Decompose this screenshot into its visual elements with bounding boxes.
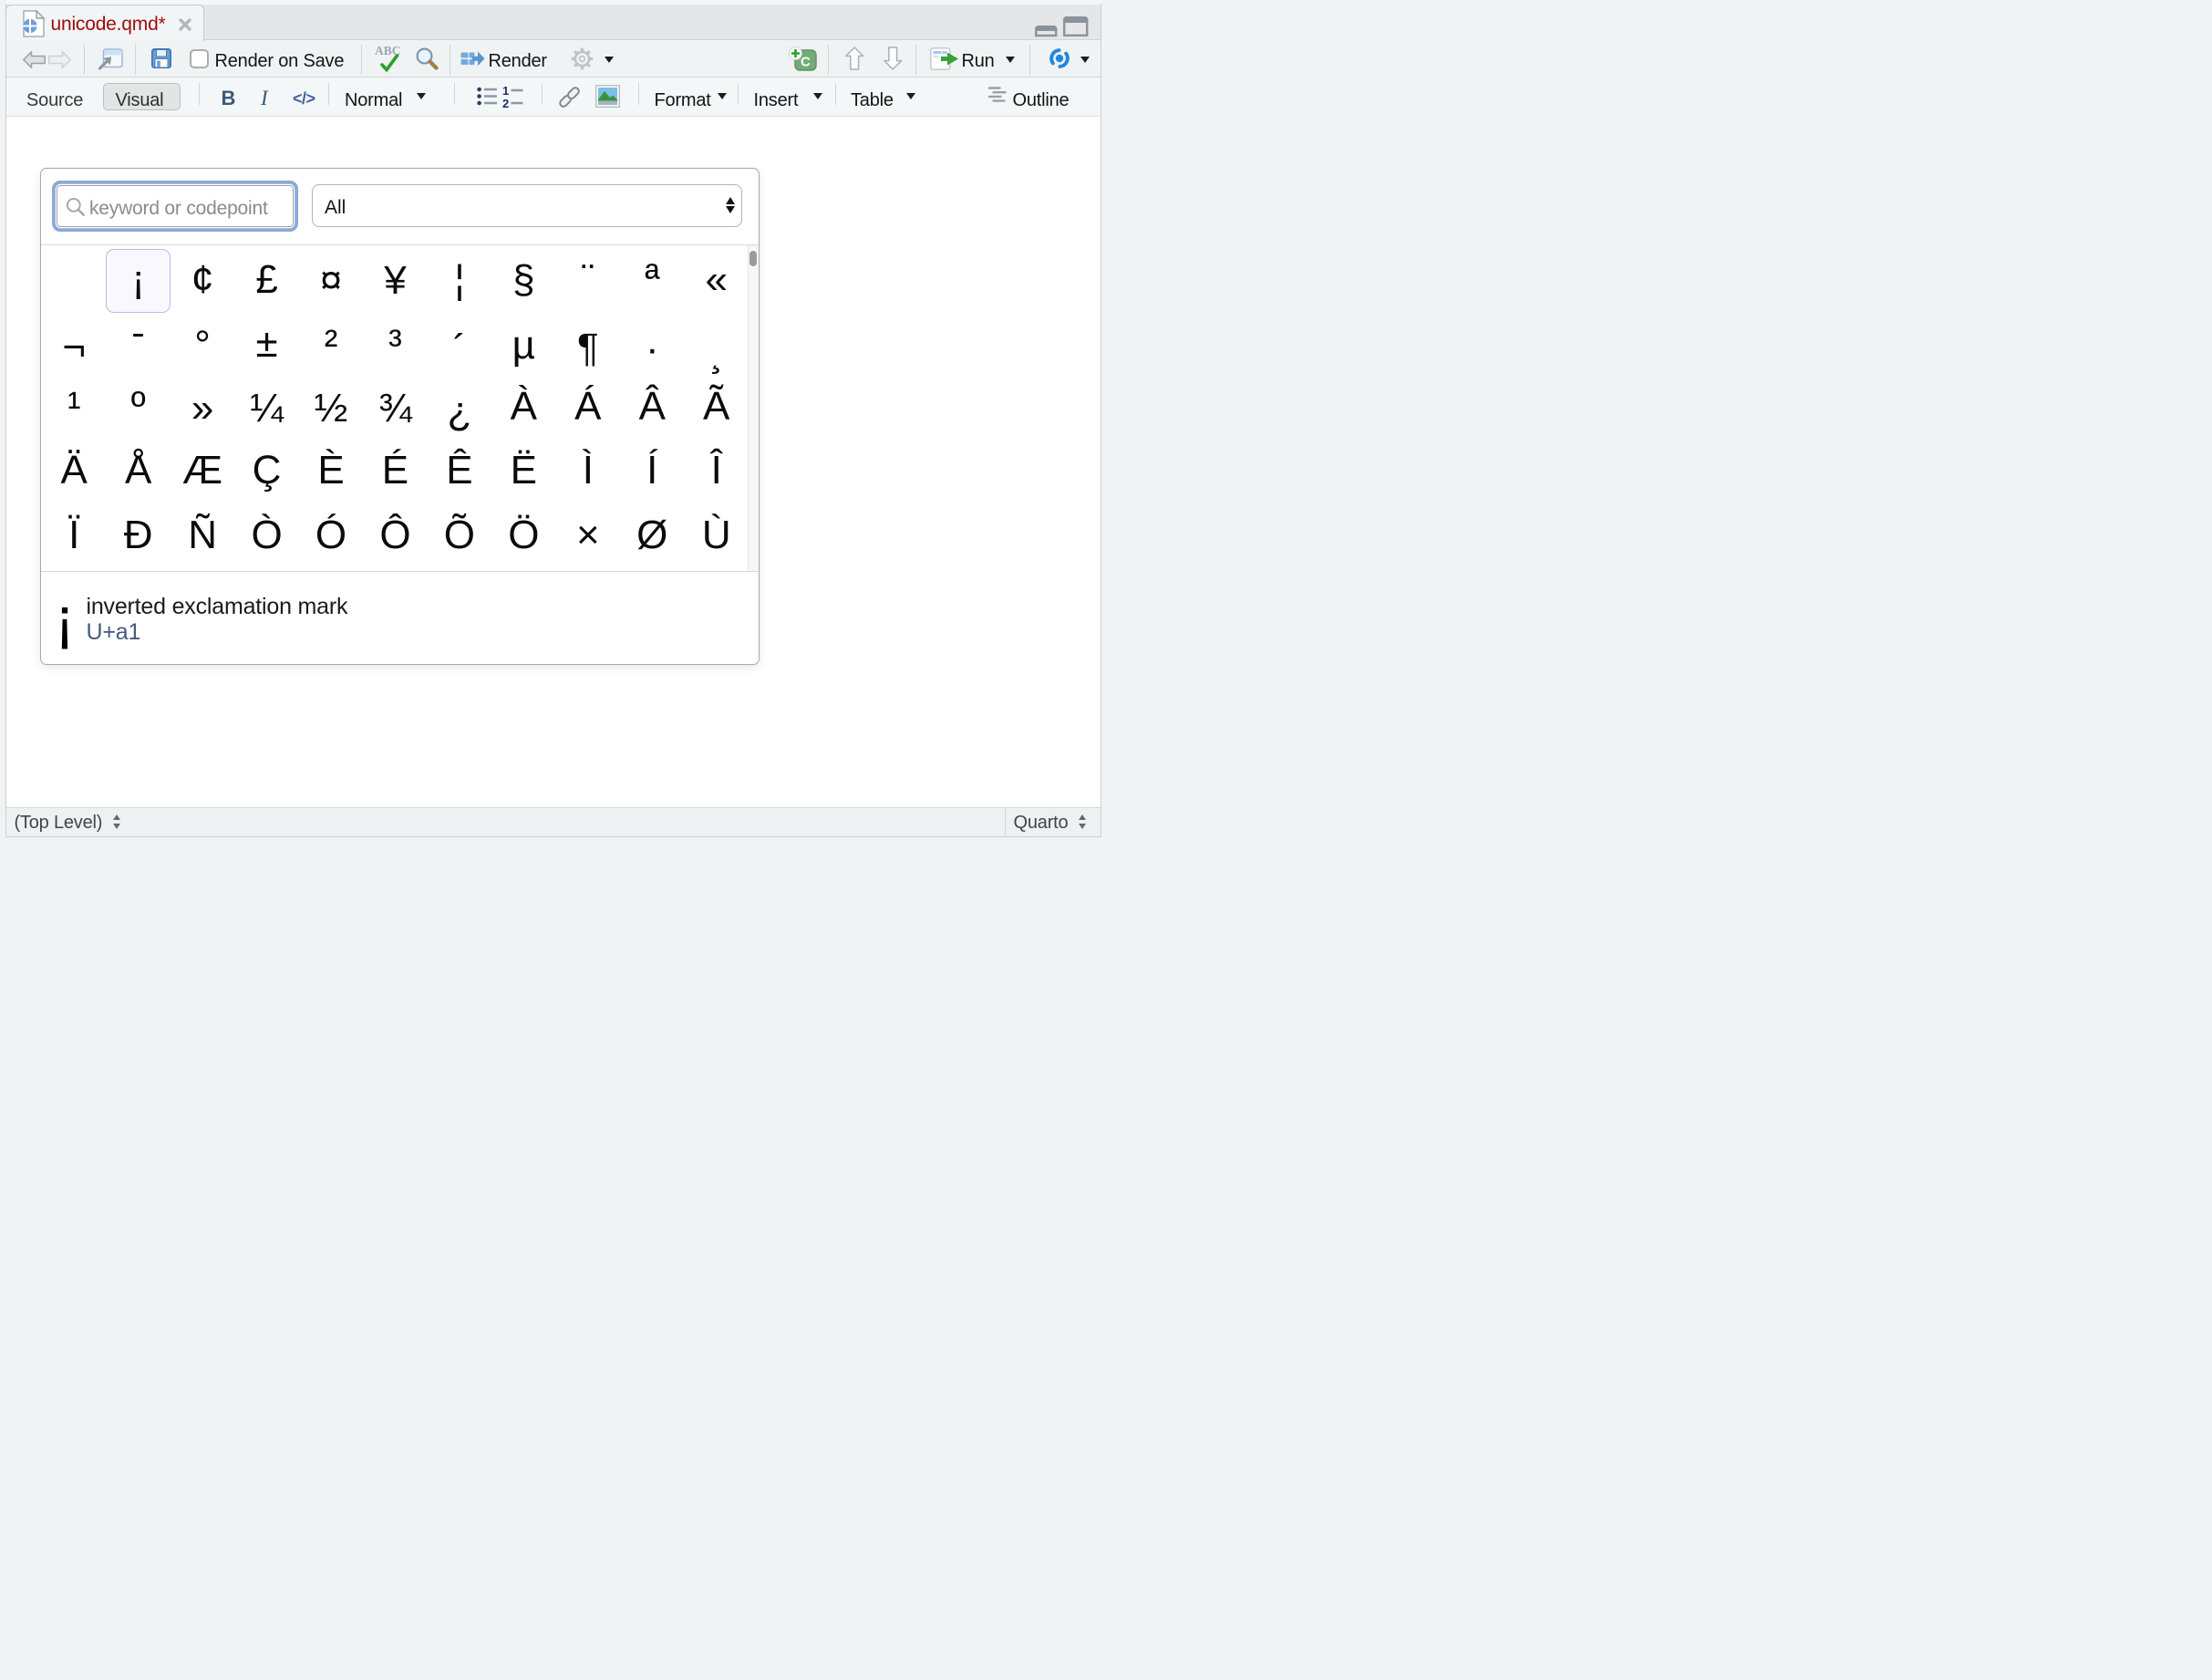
svg-text:C: C (801, 55, 811, 70)
svg-text:2: 2 (502, 97, 509, 110)
svg-text:1: 1 (502, 84, 509, 98)
